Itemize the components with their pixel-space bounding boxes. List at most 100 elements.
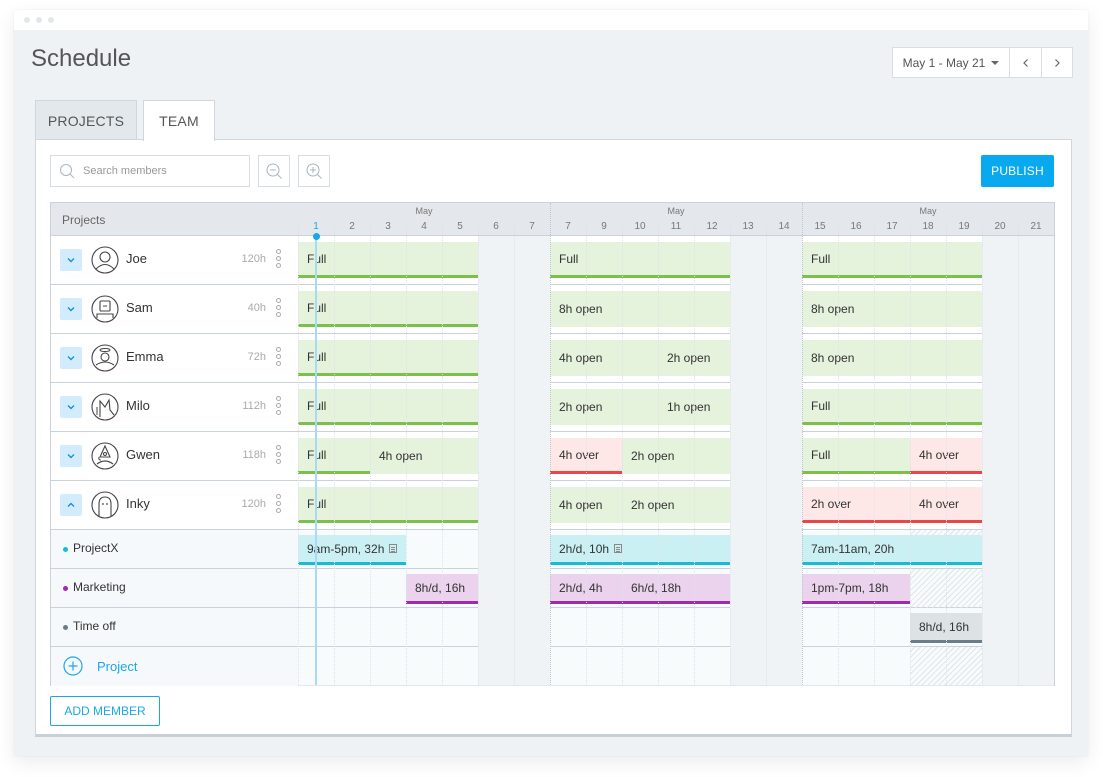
more-options-icon[interactable] bbox=[276, 298, 282, 320]
angel-avatar-icon bbox=[91, 344, 119, 372]
window-titlebar bbox=[14, 10, 1088, 30]
capacity-bar[interactable]: 4h open bbox=[370, 438, 478, 474]
capacity-bar[interactable]: Full bbox=[802, 242, 982, 278]
bar-label: 4h open bbox=[559, 351, 603, 365]
window-dot-close[interactable] bbox=[24, 17, 30, 23]
day-divider bbox=[1018, 221, 1019, 685]
capacity-bar[interactable]: Full bbox=[298, 389, 478, 425]
ghost-avatar-icon bbox=[91, 491, 119, 519]
expand-button[interactable] bbox=[60, 396, 82, 418]
day-label: 14 bbox=[778, 221, 790, 232]
day-divider bbox=[298, 221, 299, 685]
more-options-icon[interactable] bbox=[276, 445, 282, 467]
bar-label: 8h/d, 16h bbox=[415, 580, 466, 595]
date-range-dropdown[interactable]: May 1 - May 21 bbox=[893, 48, 1010, 77]
zoom-out-button[interactable] bbox=[258, 155, 290, 187]
add-project-button[interactable]: Project bbox=[63, 656, 137, 676]
day-label: 1 bbox=[313, 221, 319, 232]
bar-label: 2h open bbox=[667, 351, 711, 365]
plus-circle-icon bbox=[63, 656, 83, 676]
member-name: Sam bbox=[126, 300, 153, 315]
window-dot-maximize[interactable] bbox=[48, 17, 54, 23]
project-name: Time off bbox=[73, 619, 116, 633]
more-options-icon[interactable] bbox=[276, 494, 282, 516]
prev-range-button[interactable] bbox=[1010, 48, 1041, 77]
add-member-button[interactable]: ADD MEMBER bbox=[50, 696, 160, 726]
search-members-field[interactable] bbox=[50, 155, 250, 187]
bar-label: 2h/d, 10h bbox=[559, 541, 610, 556]
member-info: Milo 112h bbox=[51, 383, 298, 431]
capacity-bar[interactable]: 2h open bbox=[550, 389, 658, 425]
app-window: Schedule May 1 - May 21 PROJECTS TEAM PU… bbox=[14, 10, 1088, 756]
day-label: 21 bbox=[1030, 221, 1042, 232]
weekend-column bbox=[730, 236, 766, 685]
bar-label: 4h over bbox=[919, 496, 960, 511]
member-row: Joe 120h Full Full Full bbox=[51, 236, 1054, 285]
capacity-bar[interactable]: Full bbox=[298, 291, 478, 327]
expand-button[interactable] bbox=[60, 347, 82, 369]
bar-label: 4h open bbox=[559, 498, 603, 512]
weekend-column bbox=[766, 236, 802, 685]
capacity-bar[interactable]: Full bbox=[298, 242, 478, 278]
capacity-bar[interactable]: Full bbox=[550, 242, 730, 278]
capacity-bar[interactable]: 8h open bbox=[802, 291, 982, 327]
next-range-button[interactable] bbox=[1041, 48, 1072, 77]
expand-button[interactable] bbox=[60, 445, 82, 467]
member-hours: 40h bbox=[247, 302, 266, 314]
assignment-bar[interactable]: 1pm-7pm, 18h bbox=[802, 574, 910, 604]
tab-projects[interactable]: PROJECTS bbox=[35, 100, 137, 140]
member-name: Inky bbox=[126, 496, 150, 511]
assignment-bar[interactable]: 6h/d, 18h bbox=[622, 574, 730, 604]
add-project-cell: Project bbox=[51, 647, 298, 686]
member-row: Gwen118hFull4h open4h over2h openFull4h … bbox=[51, 432, 1054, 481]
assignment-bar[interactable]: 7am-11am, 20h bbox=[802, 535, 982, 565]
search-icon bbox=[60, 164, 75, 179]
capacity-bar[interactable]: 2h open bbox=[622, 487, 730, 523]
member-hours: 120h bbox=[241, 498, 266, 510]
tab-team-label: TEAM bbox=[159, 113, 199, 129]
capacity-bar[interactable]: Full bbox=[802, 438, 910, 474]
capacity-bar[interactable]: 8h open bbox=[550, 291, 730, 327]
member-info: Joe 120h bbox=[51, 236, 298, 284]
more-options-icon[interactable] bbox=[276, 396, 282, 418]
capacity-bar[interactable]: 2h over bbox=[802, 487, 910, 523]
bar-label: 2h open bbox=[631, 449, 675, 463]
project-row: Time off 8h/d, 16h bbox=[51, 608, 1054, 647]
collapse-button[interactable] bbox=[60, 494, 82, 516]
capacity-bar[interactable]: Full bbox=[298, 340, 478, 376]
day-divider bbox=[874, 221, 875, 685]
window-dot-minimize[interactable] bbox=[36, 17, 42, 23]
tab-team[interactable]: TEAM bbox=[143, 100, 215, 141]
search-members-input[interactable] bbox=[83, 165, 243, 177]
month-label: May bbox=[919, 206, 937, 216]
day-label: 4 bbox=[421, 221, 427, 232]
bar-label: 6h/d, 18h bbox=[631, 580, 682, 595]
expand-button[interactable] bbox=[60, 298, 82, 320]
projects-column-header: Projects bbox=[51, 203, 298, 236]
day-divider bbox=[334, 221, 335, 685]
bar-label: 8h open bbox=[811, 351, 855, 365]
member-name: Gwen bbox=[126, 447, 160, 462]
zoom-in-button[interactable] bbox=[298, 155, 330, 187]
assignment-bar[interactable]: 2h/d, 10h bbox=[550, 535, 730, 565]
more-options-icon[interactable] bbox=[276, 249, 282, 271]
timeline-header: May May May 1 2 3 4 5 6 7 7 9 10 11 12 13 14 15 16 17 18 19 20… bbox=[298, 203, 1054, 236]
expand-button[interactable] bbox=[60, 249, 82, 271]
time-off-hatch bbox=[910, 569, 982, 608]
caret-down-icon bbox=[991, 60, 1000, 65]
chevron-down-icon bbox=[67, 454, 75, 459]
project-info: Marketing bbox=[51, 569, 298, 607]
more-options-icon[interactable] bbox=[276, 347, 282, 369]
publish-button[interactable]: PUBLISH bbox=[981, 155, 1054, 187]
capacity-bar[interactable]: 8h open bbox=[802, 340, 982, 376]
capacity-bar[interactable]: Full bbox=[802, 389, 982, 425]
bar-label: 2h over bbox=[811, 496, 852, 511]
capacity-bar[interactable]: 2h open bbox=[622, 438, 730, 474]
bar-label: Full bbox=[811, 447, 831, 462]
day-label: 9 bbox=[601, 221, 607, 232]
capacity-bar[interactable]: 4h open bbox=[550, 340, 658, 376]
day-divider bbox=[982, 221, 983, 685]
capacity-bar[interactable]: Full bbox=[298, 487, 478, 523]
day-divider bbox=[406, 221, 407, 685]
member-name: Milo bbox=[126, 398, 150, 413]
